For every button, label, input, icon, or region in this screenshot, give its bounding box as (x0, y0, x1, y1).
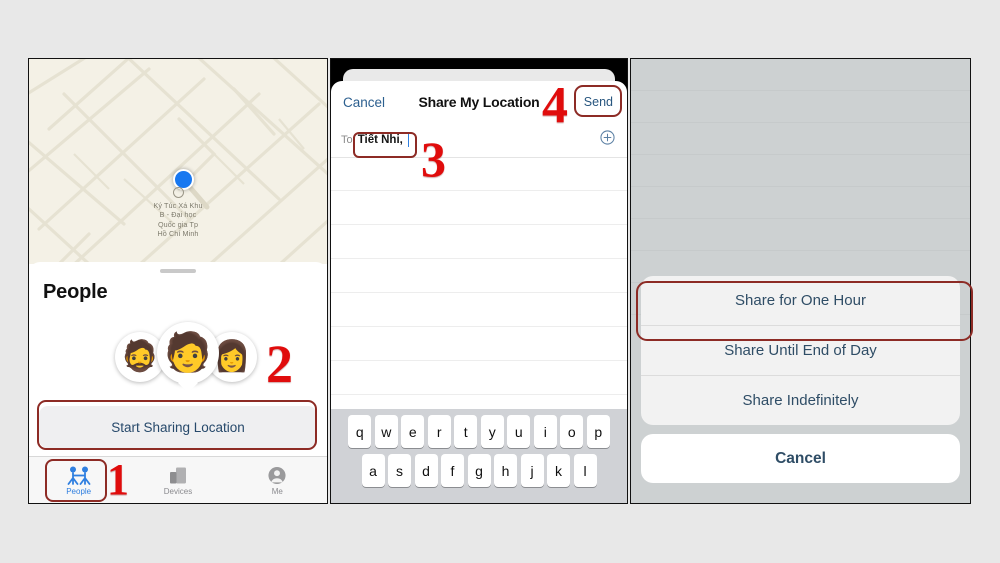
tab-label: People (66, 486, 92, 496)
bg-separator (631, 155, 970, 187)
plus-circle-icon[interactable] (600, 130, 615, 150)
keyboard-row-2: asdfghjkl (331, 454, 627, 487)
map-poi: Ký Túc Xá Khu B - Đại học Quốc gia Tp Hồ… (83, 187, 273, 239)
key-r[interactable]: r (427, 415, 451, 448)
key-d[interactable]: d (414, 454, 438, 487)
bg-separator (631, 123, 970, 155)
poi-label: Ký Túc Xá Khu B - Đại học Quốc gia Tp Hồ… (153, 201, 203, 239)
key-o[interactable]: o (560, 415, 584, 448)
phone-panel-compose: Cancel Share My Location Send To: Tiết N… (330, 58, 628, 504)
key-q[interactable]: q (348, 415, 372, 448)
on-screen-keyboard: qwertyuiop asdfghjkl (331, 409, 627, 503)
key-u[interactable]: u (507, 415, 531, 448)
tab-label: Devices (163, 486, 193, 496)
tab-devices[interactable]: Devices (128, 457, 227, 503)
phone-panel-action-sheet: Share for One Hour Share Until End of Da… (630, 58, 971, 504)
key-e[interactable]: e (401, 415, 425, 448)
devices-icon (167, 465, 189, 485)
compose-sheet: Cancel Share My Location Send To: Tiết N… (331, 81, 627, 503)
message-body-area[interactable] (331, 157, 627, 415)
key-a[interactable]: a (361, 454, 385, 487)
key-h[interactable]: h (494, 454, 517, 487)
key-y[interactable]: y (480, 415, 504, 448)
share-indefinitely-option[interactable]: Share Indefinitely (641, 376, 960, 425)
recipient-field-row[interactable]: To: Tiết Nhi, (331, 123, 627, 158)
bg-separator (631, 219, 970, 251)
people-icon (66, 465, 92, 485)
poi-marker-icon (172, 187, 184, 198)
tab-bar: People Devices Me (29, 456, 327, 503)
key-g[interactable]: g (467, 454, 491, 487)
tab-label: Me (271, 486, 283, 496)
key-f[interactable]: f (441, 454, 464, 487)
key-p[interactable]: p (586, 415, 610, 448)
avatar[interactable]: 🧑 (157, 322, 219, 384)
bg-separator (631, 91, 970, 123)
key-l[interactable]: l (573, 454, 597, 487)
text-caret (407, 133, 409, 147)
tab-me[interactable]: Me (228, 457, 327, 503)
key-w[interactable]: w (374, 415, 398, 448)
person-circle-icon (267, 465, 287, 485)
key-t[interactable]: t (454, 415, 478, 448)
list-separator (331, 327, 627, 361)
bg-separator (631, 59, 970, 91)
key-k[interactable]: k (547, 454, 570, 487)
list-separator (331, 191, 627, 225)
list-separator (331, 293, 627, 327)
list-separator (331, 157, 627, 191)
key-j[interactable]: j (520, 454, 544, 487)
step-marker-3: 3 (421, 131, 446, 187)
share-one-hour-option[interactable]: Share for One Hour (641, 276, 960, 326)
to-label: To: (341, 134, 356, 146)
map-view[interactable]: Ký Túc Xá Khu B - Đại học Quốc gia Tp Hồ… (29, 59, 327, 264)
nav-bar: Cancel Share My Location Send (331, 81, 627, 123)
list-separator (331, 225, 627, 259)
key-i[interactable]: i (533, 415, 557, 448)
bg-separator (631, 187, 970, 219)
keyboard-row-1: qwertyuiop (331, 415, 627, 448)
action-sheet-cancel-button[interactable]: Cancel (641, 434, 960, 483)
step-marker-1: 1 (107, 455, 129, 504)
phone-panel-find-my: Ký Túc Xá Khu B - Đại học Quốc gia Tp Hồ… (28, 58, 328, 504)
action-sheet-options: Share for One Hour Share Until End of Da… (641, 276, 960, 425)
cancel-button[interactable]: Cancel (343, 95, 385, 110)
start-sharing-location-button[interactable]: Start Sharing Location (39, 406, 317, 448)
step-marker-4: 4 (542, 77, 568, 134)
send-button[interactable]: Send (584, 95, 613, 109)
step-marker-2: 2 (266, 334, 293, 394)
key-s[interactable]: s (388, 454, 411, 487)
screenshot-stage: Ký Túc Xá Khu B - Đại học Quốc gia Tp Hồ… (0, 0, 1000, 563)
recipient-token[interactable]: Tiết Nhi, (358, 134, 403, 146)
list-separator (331, 361, 627, 395)
page-title: People (43, 281, 108, 303)
share-end-of-day-option[interactable]: Share Until End of Day (641, 326, 960, 376)
list-separator (331, 259, 627, 293)
